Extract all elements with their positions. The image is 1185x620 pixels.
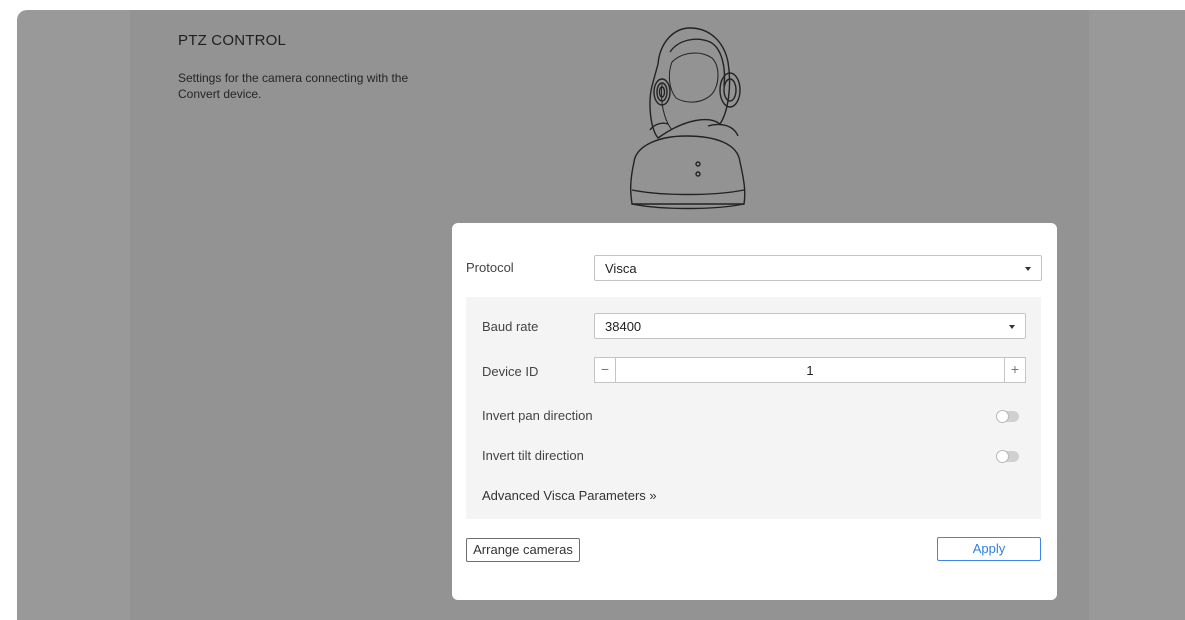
- ptz-camera-illustration: [629, 27, 746, 210]
- device-id-value[interactable]: 1: [615, 363, 1005, 378]
- apply-button[interactable]: Apply: [937, 537, 1041, 561]
- increment-button[interactable]: +: [1004, 358, 1025, 382]
- baud-rate-value: 38400: [605, 319, 642, 334]
- advanced-visca-parameters-link[interactable]: Advanced Visca Parameters »: [482, 488, 657, 503]
- device-id-label: Device ID: [482, 364, 539, 379]
- baud-rate-label: Baud rate: [482, 319, 539, 334]
- visca-settings-panel: Baud rate 38400 Device ID − 1 + Invert p…: [466, 297, 1041, 519]
- baud-rate-select[interactable]: 38400: [594, 313, 1026, 339]
- chevron-down-icon: [1025, 267, 1031, 271]
- decrement-button[interactable]: −: [595, 358, 616, 382]
- invert-tilt-toggle[interactable]: [996, 450, 1019, 463]
- protocol-select[interactable]: Visca: [594, 255, 1042, 281]
- protocol-label: Protocol: [466, 260, 514, 275]
- protocol-value: Visca: [605, 261, 637, 276]
- invert-pan-label: Invert pan direction: [482, 408, 593, 423]
- section-title: PTZ CONTROL: [178, 32, 287, 49]
- toggle-knob: [996, 410, 1009, 423]
- section-description: Settings for the camera connecting with …: [178, 71, 409, 101]
- chevron-down-icon: [1009, 325, 1015, 329]
- invert-pan-toggle[interactable]: [996, 410, 1019, 423]
- device-id-stepper: − 1 +: [594, 357, 1026, 383]
- ptz-settings-dialog: Protocol Visca Baud rate 38400 Device ID…: [452, 223, 1057, 600]
- invert-tilt-label: Invert tilt direction: [482, 448, 584, 463]
- arrange-cameras-button[interactable]: Arrange cameras: [466, 538, 580, 562]
- toggle-knob: [996, 450, 1009, 463]
